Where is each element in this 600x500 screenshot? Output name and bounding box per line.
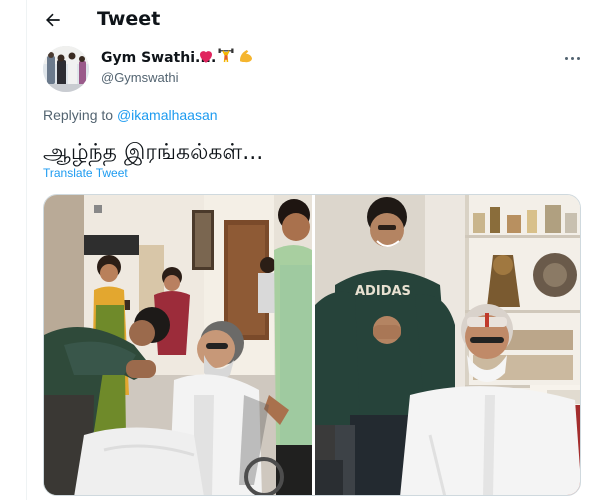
photo-left-image [44, 195, 312, 495]
photo-right-image: ADIDAS [315, 195, 580, 495]
replying-to-line: Replying to @ikamalhaasan [43, 107, 218, 123]
media-photo-right[interactable]: ADIDAS [315, 195, 580, 495]
author-emoji-group [197, 47, 255, 65]
tweet-media: ADIDAS [43, 194, 581, 496]
replying-to-link[interactable]: @ikamalhaasan [117, 107, 218, 123]
arrow-left-icon [46, 13, 60, 27]
author-handle[interactable]: @Gymswathi [101, 70, 179, 85]
tweet-detail-panel: Tweet Gym Swathi.... @Gymswathi Replying… [26, 0, 600, 500]
top-bar: Tweet [27, 0, 600, 40]
sweatshirt-text: ADIDAS [355, 284, 411, 299]
back-button[interactable] [39, 6, 67, 34]
tweet-text: ஆழ்ந்த இரங்கல்கள்... [43, 140, 264, 165]
translate-tweet-link[interactable]: Translate Tweet [43, 166, 128, 180]
more-icon-dot [576, 56, 580, 60]
more-icon-dot [570, 56, 574, 60]
page-title: Tweet [97, 8, 161, 30]
media-photo-left[interactable] [44, 195, 312, 495]
red-heart-icon [200, 51, 212, 63]
avatar-image [43, 46, 89, 92]
avatar[interactable] [43, 46, 89, 92]
weightlifter-icon [218, 48, 234, 63]
more-icon-dot [564, 56, 568, 60]
flexed-biceps-icon [240, 50, 252, 63]
more-options-button[interactable] [561, 48, 583, 68]
replying-to-label: Replying to [43, 107, 114, 123]
